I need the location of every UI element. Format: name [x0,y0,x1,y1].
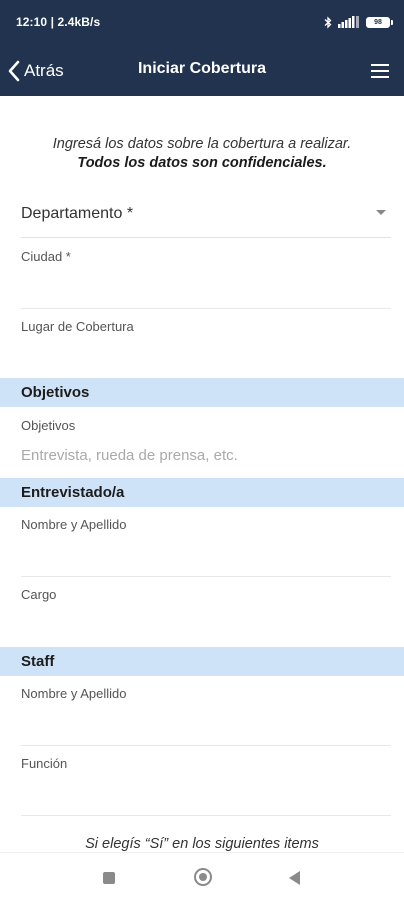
section-entrevistado: Entrevistado/a [0,478,404,507]
objetivos-input[interactable] [21,438,391,472]
funcion-label: Función [21,756,68,771]
section-staff: Staff [0,647,404,676]
battery-icon: 98 [366,16,393,28]
app-header: Atrás Iniciar Cobertura [0,46,404,96]
ciudad-field[interactable]: Ciudad * [21,249,391,309]
intro-line-2: Todos los datos son confidenciales. [77,155,327,171]
intro-line-1: Ingresá los datos sobre la cobertura a r… [52,136,352,152]
departamento-label: Departamento * [21,205,134,222]
status-bar: 12:10 | 2.4kB/s 98 [0,0,404,46]
ciudad-label: Ciudad * [21,249,71,264]
entrevistado-nombre-field[interactable]: Nombre y Apellido [21,517,391,577]
cargo-field[interactable]: Cargo [21,587,391,647]
funcion-input[interactable] [21,776,391,810]
bluetooth-icon [324,15,332,29]
menu-button[interactable] [370,60,390,82]
status-time: 12:10 | 2.4kB/s [16,15,101,29]
system-back-icon[interactable] [289,871,300,885]
back-button[interactable]: Atrás [8,55,64,87]
section-objetivos: Objetivos [0,378,404,407]
lugar-cobertura-input[interactable] [21,339,391,373]
staff-nombre-label: Nombre y Apellido [21,686,127,701]
chevron-down-icon [376,210,386,215]
home-icon[interactable] [194,868,212,886]
hamburger-menu-icon [371,64,389,78]
cargo-label: Cargo [21,587,57,602]
system-nav-bar [0,852,404,900]
section-staff-title: Staff [21,653,55,670]
recents-icon[interactable] [103,872,115,884]
footer-note: Si elegís “Sí” en los siguientes items [85,836,319,852]
staff-nombre-input[interactable] [21,706,391,740]
entrevistado-nombre-label: Nombre y Apellido [21,517,127,532]
chevron-left-icon [8,60,20,82]
section-entrevistado-title: Entrevistado/a [21,484,125,501]
back-label: Atrás [24,61,64,80]
ciudad-input[interactable] [21,269,391,303]
objetivos-label: Objetivos [21,418,76,433]
intro-text: Ingresá los datos sobre la cobertura a r… [0,135,404,173]
lugar-cobertura-label: Lugar de Cobertura [21,319,134,334]
lugar-cobertura-field[interactable]: Lugar de Cobertura [21,319,391,379]
signal-icon [338,16,360,28]
entrevistado-nombre-input[interactable] [21,537,391,571]
staff-nombre-field[interactable]: Nombre y Apellido [21,686,391,746]
departamento-select[interactable]: Departamento * [21,196,391,238]
status-icons: 98 [324,15,393,29]
funcion-field[interactable]: Función [21,756,391,816]
objetivos-field[interactable]: Objetivos [21,418,391,474]
section-objetivos-title: Objetivos [21,384,90,401]
cargo-input[interactable] [21,607,391,641]
